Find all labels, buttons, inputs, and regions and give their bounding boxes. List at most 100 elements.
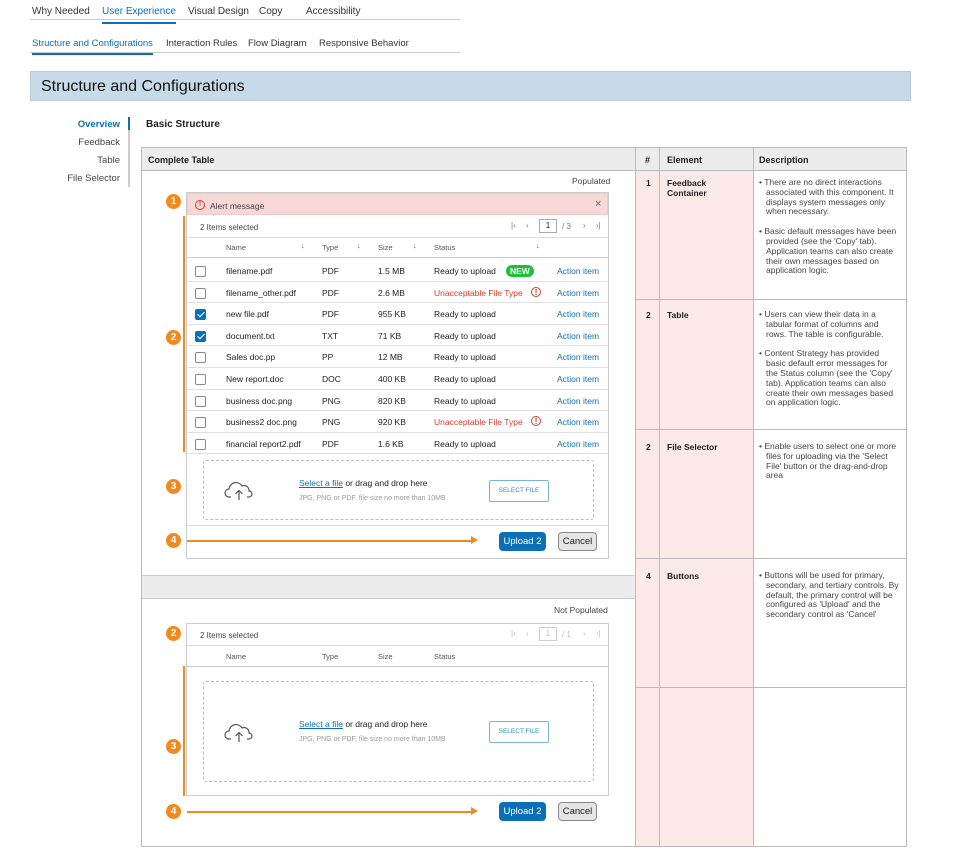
description-text: • Buttons will be used for primary, seco… (759, 570, 899, 620)
file-name: business2 doc.png (226, 417, 297, 428)
nav-file-selector[interactable]: File Selector (67, 173, 120, 184)
table-row[interactable]: Sales doc.pp PP 12 MB Ready to upload Action… (187, 346, 608, 368)
column-header: Name ↓ Type ↓ Size ↓ Status ↓ (187, 238, 608, 258)
first-page-icon[interactable]: |‹ (511, 629, 516, 638)
sort-down-icon[interactable]: ↓ (536, 241, 540, 250)
col-status[interactable]: Status (434, 243, 455, 252)
file-size: 400 KB (378, 374, 406, 384)
file-status: Unacceptable File Type (434, 287, 523, 298)
upload-button[interactable]: Upload 2 (499, 802, 546, 821)
tab-user-experience[interactable]: User Experience (102, 6, 176, 24)
row-checkbox[interactable] (195, 287, 206, 299)
table-row[interactable]: new file.pdf PDF 955 KB Ready to upload Acti… (187, 303, 608, 325)
prev-page-icon[interactable]: ‹ (526, 221, 529, 230)
cancel-button[interactable]: Cancel (558, 532, 597, 551)
cancel-button[interactable]: Cancel (558, 802, 597, 821)
description-text: Basic default messages have been provide… (764, 226, 897, 276)
column-header: Name Type Size Status (187, 647, 608, 667)
page-total: / 3 (562, 222, 571, 231)
drop-zone[interactable]: Select a file or drag and drop here JPG,… (203, 681, 594, 782)
divider (635, 147, 636, 847)
table-row[interactable]: filename.pdf PDF 1.5 MB Ready to upload NEW A… (187, 260, 608, 282)
divider (141, 147, 142, 847)
sort-down-icon[interactable]: ↓ (357, 241, 361, 250)
table-row[interactable]: business doc.png PNG 820 KB Ready to upload… (187, 390, 608, 412)
row-checkbox[interactable] (195, 438, 206, 450)
tab-copy[interactable]: Copy (259, 6, 282, 17)
col-size[interactable]: Size (378, 243, 393, 252)
sort-down-icon[interactable]: ↓ (413, 241, 417, 250)
annotation-badge: 2 (166, 626, 181, 641)
tab-accessibility[interactable]: Accessibility (306, 6, 360, 17)
table-row[interactable]: New report.doc DOC 400 KB Ready to upload Ac… (187, 368, 608, 390)
row-checkbox[interactable] (195, 352, 206, 364)
page-title: Structure and Configurations (41, 78, 245, 95)
drop-zone[interactable]: Select a file or drag and drop here JPG,… (203, 460, 594, 520)
annotation-badge: 3 (166, 739, 181, 754)
divider (753, 147, 754, 847)
row-checkbox[interactable] (195, 330, 206, 342)
action-item-link[interactable]: Action item (557, 374, 599, 384)
action-item-link[interactable]: Action item (557, 266, 599, 276)
select-file-link[interactable]: Select a file (299, 719, 343, 729)
select-file-button[interactable]: SELECT FILE (489, 480, 549, 502)
action-item-link[interactable]: Action item (557, 288, 599, 298)
selection-bar: 2 Items selected |‹ ‹ 1 / 1 › ›| (187, 624, 608, 646)
col-size[interactable]: Size (378, 652, 393, 661)
tab-flow-diagram[interactable]: Flow Diagram (248, 38, 307, 49)
col-status[interactable]: Status (434, 652, 455, 661)
next-page-icon[interactable]: › (583, 629, 586, 638)
action-item-link[interactable]: Action item (557, 352, 599, 362)
row-checkbox[interactable] (195, 395, 206, 407)
tab-why-needed[interactable]: Why Needed (32, 6, 90, 17)
row-checkbox[interactable] (195, 309, 206, 321)
last-page-icon[interactable]: ›| (596, 221, 601, 230)
row-checkbox[interactable] (195, 417, 206, 429)
row-checkbox[interactable] (195, 266, 206, 277)
page-input[interactable]: 1 (539, 627, 557, 641)
nav-table[interactable]: Table (97, 155, 120, 166)
file-name: document.txt (226, 330, 275, 341)
first-page-icon[interactable]: |‹ (511, 221, 516, 230)
last-page-icon[interactable]: ›| (596, 629, 601, 638)
tab-visual-design[interactable]: Visual Design (188, 6, 249, 17)
col-name[interactable]: Name (226, 243, 246, 252)
action-item-link[interactable]: Action item (557, 439, 599, 449)
page-input[interactable]: 1 (539, 219, 557, 233)
drop-text: Select a file or drag and drop here (299, 719, 428, 729)
action-item-link[interactable]: Action item (557, 309, 599, 319)
next-page-icon[interactable]: › (583, 221, 586, 230)
action-item-link[interactable]: Action item (557, 396, 599, 406)
close-icon[interactable]: × (595, 198, 601, 210)
select-file-link[interactable]: Select a file (299, 478, 343, 488)
tab-structure[interactable]: Structure and Configurations (32, 38, 153, 55)
prev-page-icon[interactable]: ‹ (526, 629, 529, 638)
select-file-button[interactable]: SELECT FILE (489, 721, 549, 743)
action-item-link[interactable]: Action item (557, 417, 599, 427)
description-text: • Basic default messages have been provi… (759, 226, 897, 276)
table-row[interactable]: document.txt TXT 71 KB Ready to upload Actio… (187, 325, 608, 347)
upload-button[interactable]: Upload 2 (499, 532, 546, 551)
tab-interaction-rules[interactable]: Interaction Rules (166, 38, 237, 49)
col-type[interactable]: Type (322, 243, 338, 252)
col-type[interactable]: Type (322, 652, 338, 661)
tab-responsive[interactable]: Responsive Behavior (319, 38, 409, 49)
row-checkbox[interactable] (195, 374, 206, 385)
row-description: • Buttons will be used for primary, seco… (758, 570, 900, 620)
table-row[interactable]: financial report2.pdf PDF 1.6 KB Ready to u… (187, 433, 608, 455)
table-row[interactable]: filename_other.pdf PDF 2.6 MB Unacceptable … (187, 282, 608, 304)
row-element: Feedback Container (667, 178, 707, 198)
selected-count: 2 Items selected (200, 223, 259, 232)
annotation-arrow (187, 811, 474, 813)
col-name[interactable]: Name (226, 652, 246, 661)
action-item-link[interactable]: Action item (557, 331, 599, 341)
nav-overview[interactable]: Overview (78, 119, 120, 130)
nav-feedback[interactable]: Feedback (78, 137, 120, 148)
new-badge: NEW (506, 265, 534, 277)
description-text: • Enable users to select one or more fil… (759, 441, 897, 481)
sort-down-icon[interactable]: ↓ (301, 241, 305, 250)
page-total: / 1 (562, 630, 571, 639)
file-status: Ready to upload (434, 309, 496, 320)
table-row[interactable]: business2 doc.png PNG 920 KB Unacceptable F… (187, 411, 608, 433)
row-element: Table (667, 310, 689, 320)
